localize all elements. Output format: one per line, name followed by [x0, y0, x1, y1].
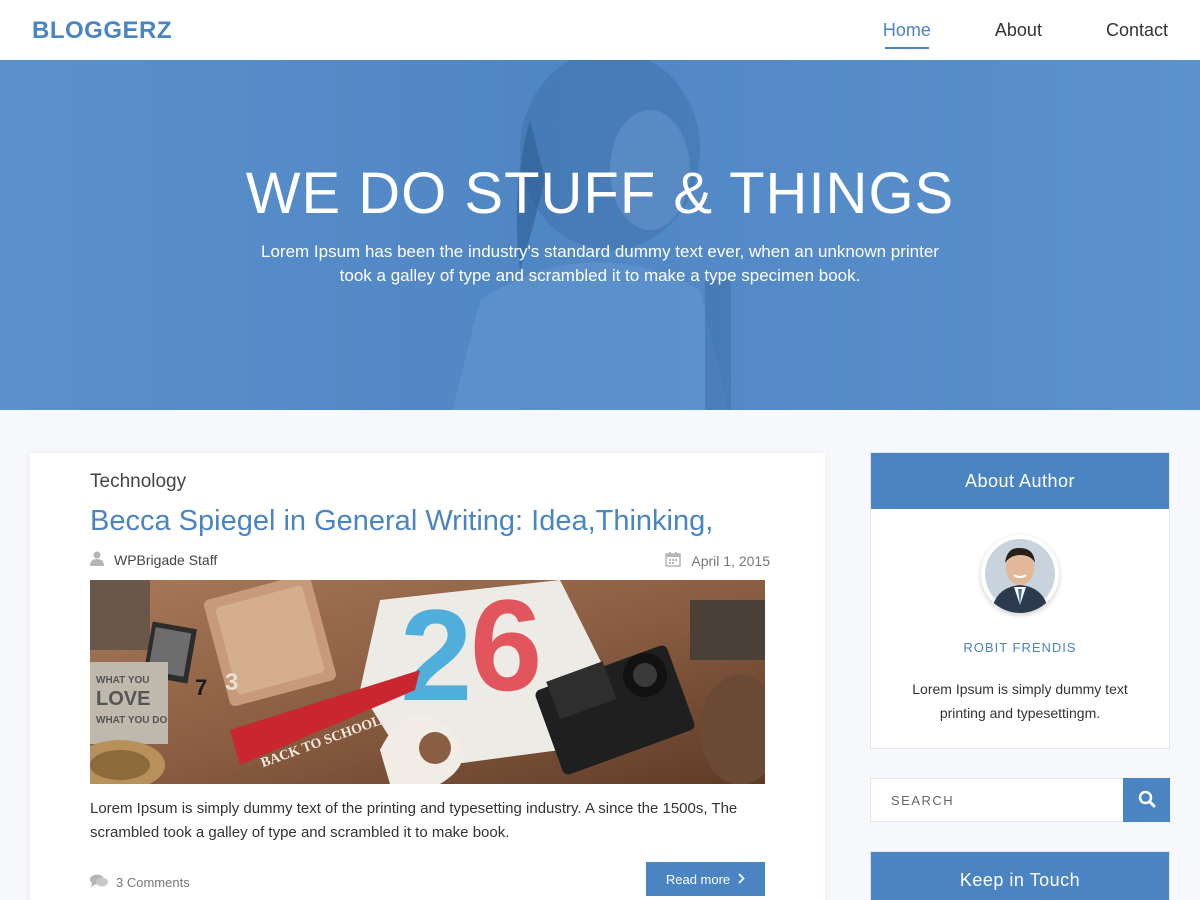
read-more-button[interactable]: Read more — [646, 862, 765, 896]
hero-banner: WE DO STUFF & THINGS Lorem Ipsum has bee… — [0, 60, 1200, 410]
search-input[interactable] — [870, 778, 1124, 822]
author-name[interactable]: ROBIT FRENDIS — [871, 640, 1169, 655]
svg-text:WHAT YOU DO: WHAT YOU DO — [96, 715, 168, 726]
svg-text:3: 3 — [225, 669, 238, 696]
nav-item-contact[interactable]: Contact — [1106, 20, 1168, 41]
chevron-right-icon — [738, 872, 745, 887]
post-title[interactable]: Becca Spiegel in General Writing: Idea,T… — [90, 505, 713, 538]
post-comments[interactable]: 3 Comments — [90, 874, 190, 891]
about-author-widget: About Author ROBIT FRENDIS Lorem Ipsum i… — [870, 452, 1170, 749]
search-button[interactable] — [1123, 778, 1170, 822]
calendar-icon — [665, 551, 682, 570]
keep-in-touch-heading: Keep in Touch — [871, 852, 1169, 900]
comments-icon — [90, 874, 108, 891]
site-logo[interactable]: BLOGGERZ — [32, 17, 172, 45]
hero-subtitle: Lorem Ipsum has been the industry's stan… — [261, 242, 939, 285]
main-nav: Home About Contact — [883, 0, 1168, 60]
comments-count[interactable]: 3 Comments — [116, 875, 190, 890]
post-date: April 1, 2015 — [665, 551, 770, 570]
svg-text:6: 6 — [470, 580, 542, 718]
site-header: BLOGGERZ Home About Contact — [0, 0, 1200, 60]
notebook-text: WHAT YOU — [96, 675, 150, 686]
svg-text:LOVE: LOVE — [96, 688, 150, 710]
search-icon — [1138, 790, 1156, 811]
author-bio: Lorem Ipsum is simply dummy text printin… — [912, 681, 1128, 721]
search-widget — [870, 778, 1170, 822]
user-icon — [90, 551, 104, 569]
post-author: WPBrigade Staff — [90, 551, 217, 569]
post-excerpt: Lorem Ipsum is simply dummy text of the … — [90, 800, 738, 841]
post-card: Technology Becca Spiegel in General Writ… — [30, 453, 825, 900]
keep-in-touch-widget: Keep in Touch — [870, 851, 1170, 900]
hero-title: WE DO STUFF & THINGS — [245, 161, 955, 226]
about-author-heading: About Author — [871, 453, 1169, 509]
post-featured-image[interactable]: WHAT YOU LOVE WHAT YOU DO 7 3 2 6 BACK T… — [90, 580, 765, 784]
hero-background-photo — [452, 60, 731, 410]
author-avatar — [981, 535, 1059, 613]
post-category[interactable]: Technology — [90, 471, 186, 493]
post-date-text: April 1, 2015 — [691, 552, 770, 569]
nav-item-about[interactable]: About — [995, 20, 1042, 41]
read-more-label: Read more — [665, 871, 731, 887]
shirt-print: 2 — [400, 582, 472, 728]
post-author-name[interactable]: WPBrigade Staff — [114, 552, 217, 568]
svg-text:7: 7 — [195, 675, 207, 700]
nav-item-home[interactable]: Home — [883, 20, 931, 49]
